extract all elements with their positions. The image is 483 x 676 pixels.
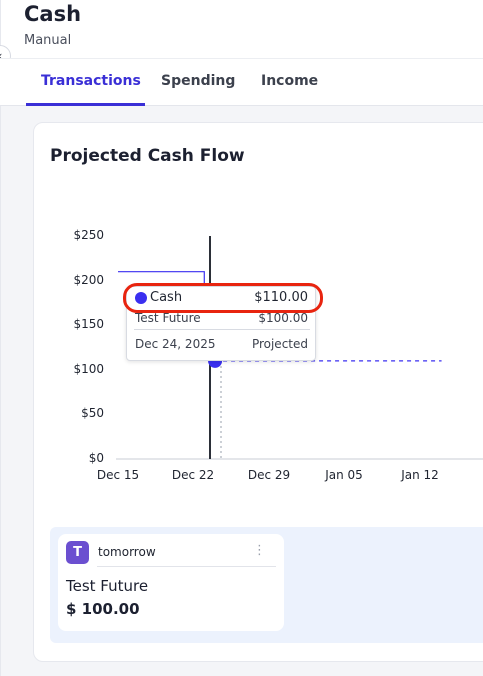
transaction-date-label: tomorrow bbox=[98, 545, 156, 559]
transaction-name: Test Future bbox=[66, 577, 149, 595]
avatar: T bbox=[66, 541, 89, 564]
tooltip-divider bbox=[134, 329, 310, 330]
transaction-divider bbox=[97, 566, 276, 567]
y-tick-label: $200 bbox=[73, 273, 104, 287]
tab-income[interactable]: Income bbox=[261, 73, 318, 89]
y-tick-label: $100 bbox=[73, 362, 104, 376]
tooltip-item-value: $100.00 bbox=[258, 311, 308, 325]
account-title: Cash bbox=[24, 2, 82, 26]
y-tick-label: $50 bbox=[81, 406, 104, 420]
page-header: Cash Manual bbox=[0, 0, 483, 58]
y-tick-label: $0 bbox=[88, 451, 104, 465]
tab-transactions[interactable]: Transactions bbox=[41, 73, 141, 89]
tooltip-status: Projected bbox=[251, 337, 308, 351]
tab-bar: Transactions Spending Income bbox=[0, 58, 483, 106]
y-tick-label: $250 bbox=[73, 228, 104, 242]
y-tick-label: $150 bbox=[73, 317, 104, 331]
more-options-icon[interactable]: ⋮ bbox=[253, 543, 266, 558]
x-tick-label: Dec 29 bbox=[247, 468, 291, 482]
tooltip-item-name: Test Future bbox=[135, 311, 201, 325]
card-title: Projected Cash Flow bbox=[50, 146, 245, 166]
x-tick-label: Dec 22 bbox=[171, 468, 215, 482]
x-tick-label: Jan 05 bbox=[325, 468, 363, 482]
tooltip-highlight-annotation bbox=[123, 283, 323, 313]
transaction-amount: $ 100.00 bbox=[66, 600, 140, 618]
x-tick-label: Jan 12 bbox=[401, 468, 439, 482]
tooltip-date: Dec 24, 2025 bbox=[135, 337, 216, 351]
account-subtitle: Manual bbox=[24, 33, 72, 48]
tab-spending[interactable]: Spending bbox=[161, 73, 235, 89]
x-tick-label: Dec 15 bbox=[96, 468, 140, 482]
